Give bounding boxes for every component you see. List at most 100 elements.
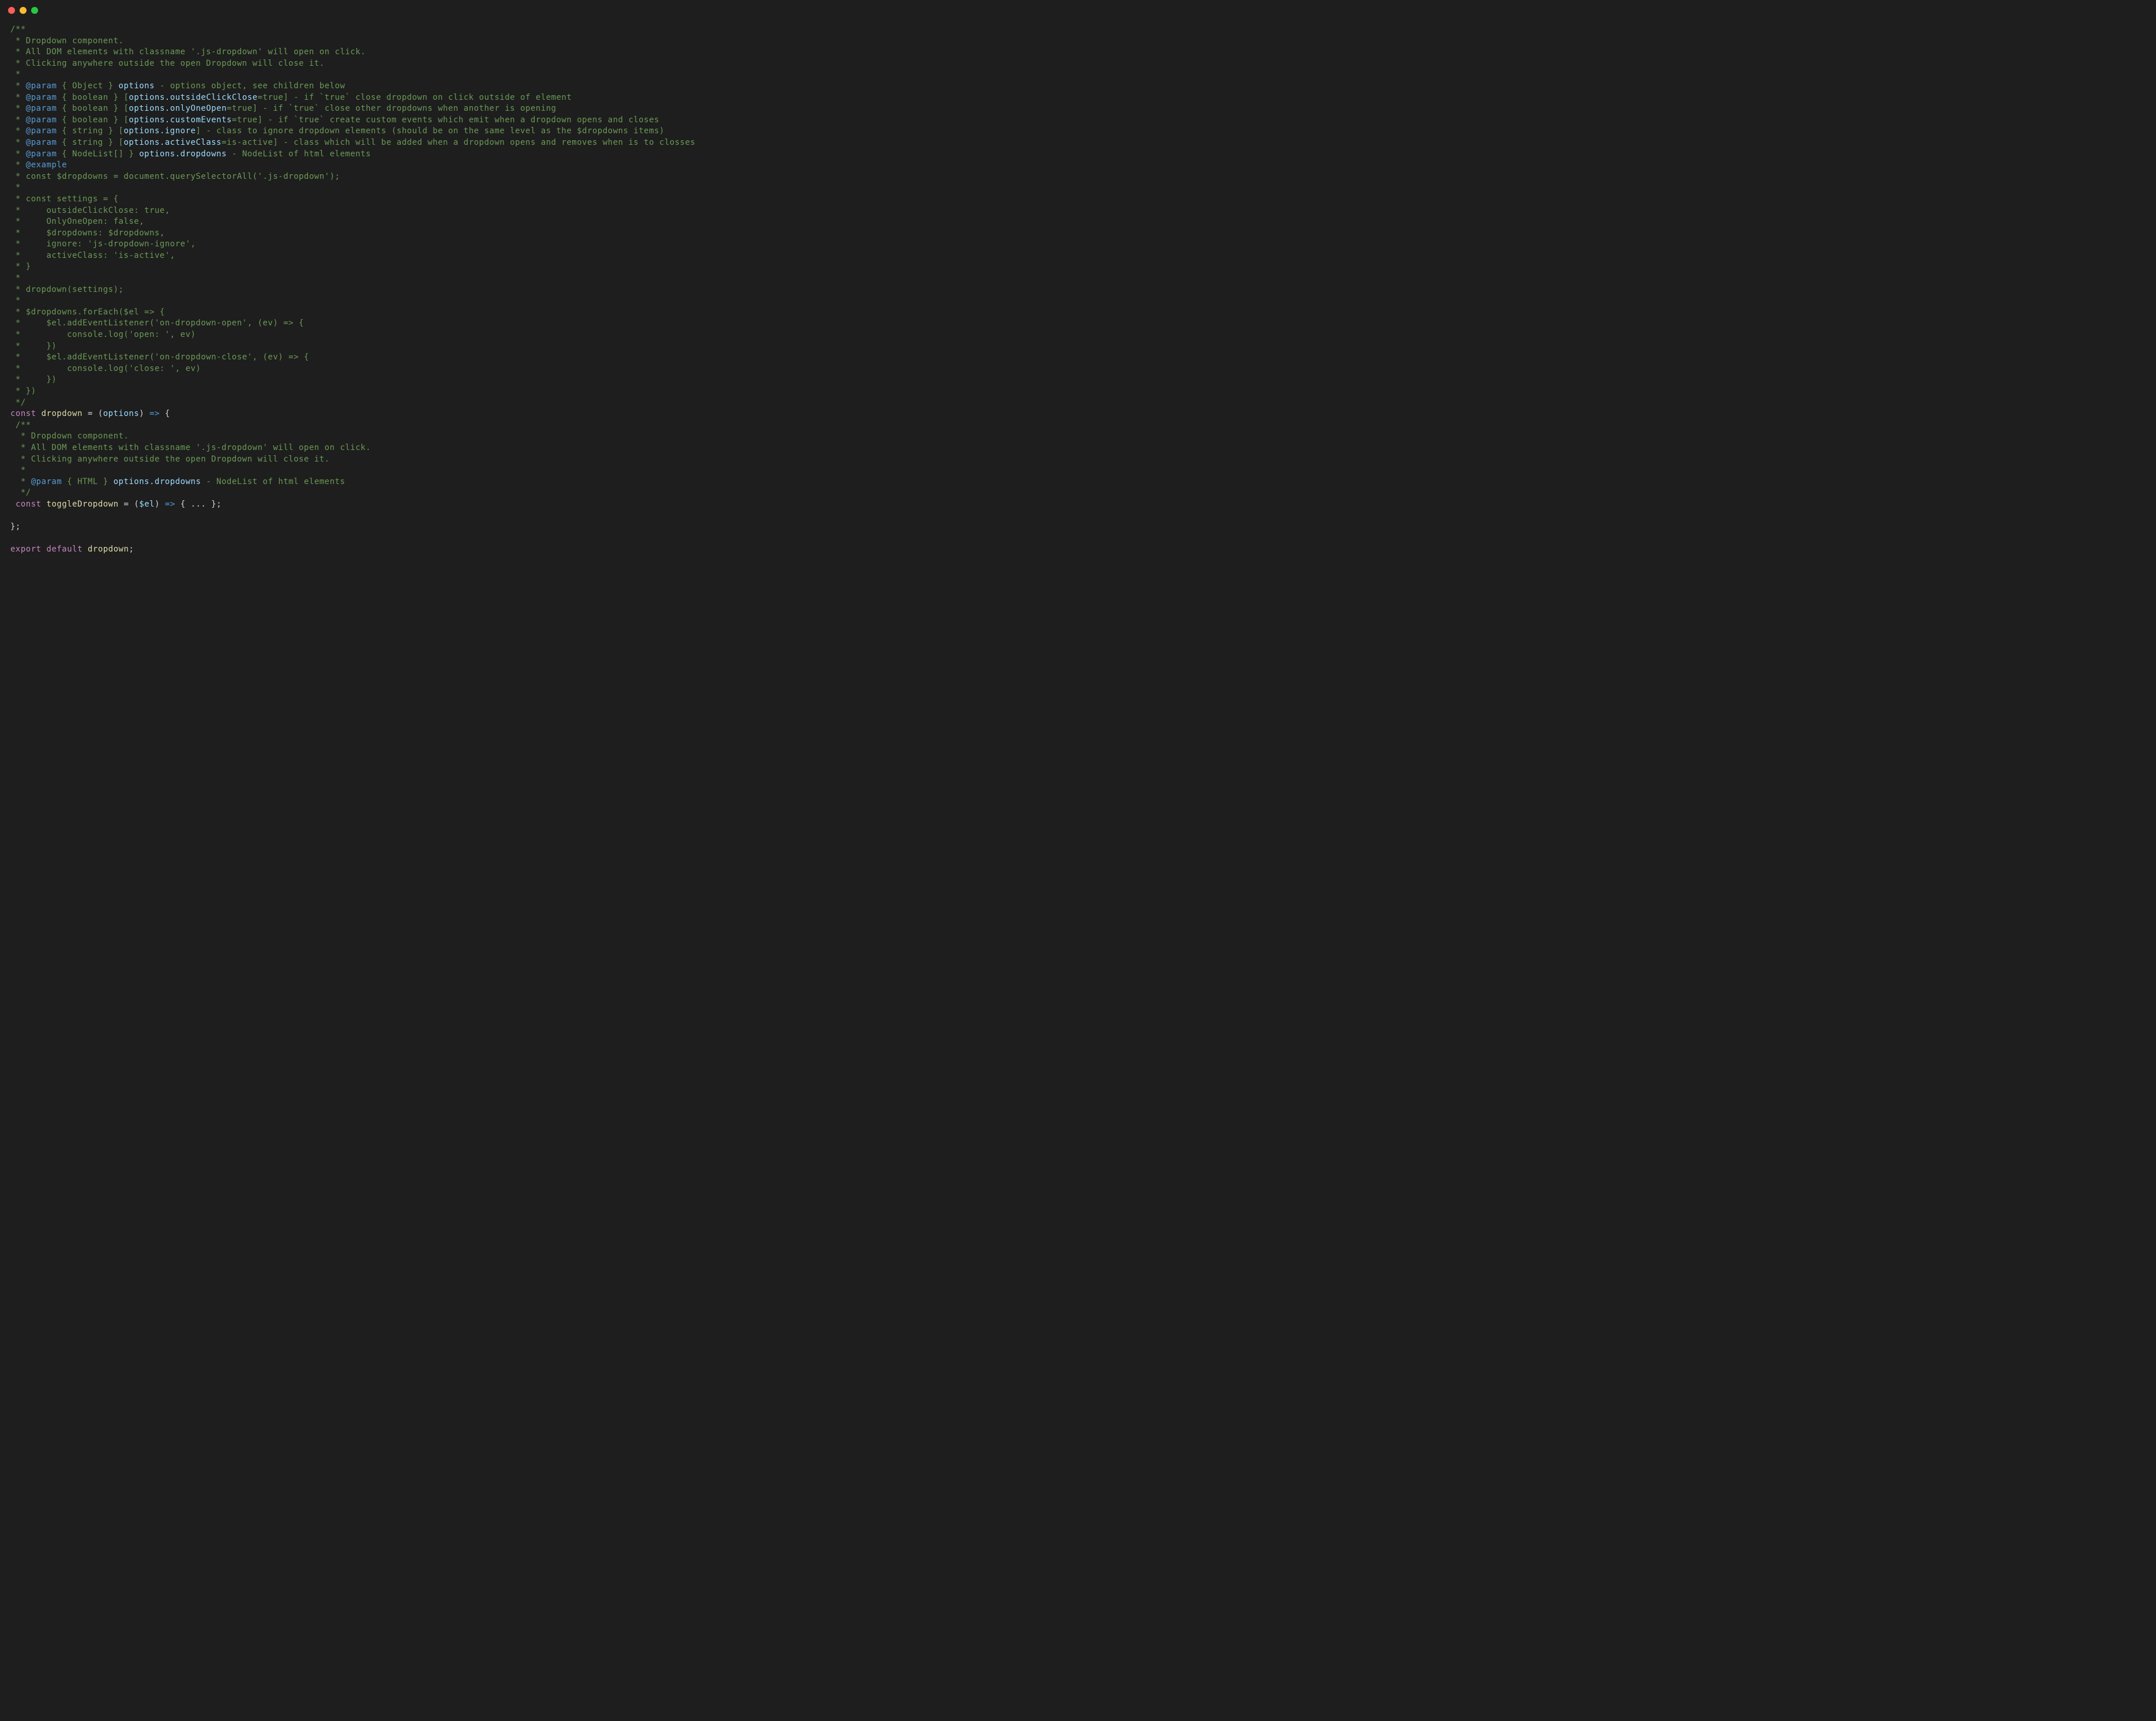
- code-line: * outsideClickClose: true,: [10, 205, 2146, 217]
- code-line: */: [10, 398, 2146, 409]
- code-token: @example: [26, 160, 67, 170]
- code-token: *: [10, 70, 21, 79]
- code-token: * ignore: 'js-dropdown-ignore',: [10, 239, 196, 249]
- code-line: * @param { string } [options.ignore] - c…: [10, 126, 2146, 137]
- code-token: =true] - if `true` close dropdown on cli…: [258, 93, 572, 102]
- code-token: * console.log('open: ', ev): [10, 330, 196, 339]
- code-token: dropdown: [88, 545, 129, 554]
- code-token: @param: [26, 93, 57, 102]
- code-token: export: [10, 545, 42, 554]
- code-token: dropdown: [42, 409, 82, 418]
- code-line: const dropdown = (options) => {: [10, 408, 2146, 420]
- code-line: *: [10, 273, 2146, 284]
- code-token: @param: [31, 477, 62, 486]
- code-token: { HTML }: [62, 477, 113, 486]
- code-token: *: [10, 126, 26, 136]
- code-token: *: [10, 104, 26, 113]
- code-token: * const settings = {: [10, 194, 119, 204]
- code-token: ;: [129, 545, 134, 554]
- code-token: [36, 409, 42, 418]
- code-token: options.customEvents: [129, 115, 232, 125]
- code-token: *: [10, 81, 26, 91]
- code-token: =>: [165, 500, 175, 509]
- code-token: * const $dropdowns = document.querySelec…: [10, 172, 340, 181]
- code-token: options: [119, 81, 155, 91]
- code-token: */: [10, 398, 26, 407]
- code-token: const: [10, 409, 36, 418]
- code-line: * console.log('open: ', ev): [10, 329, 2146, 341]
- code-token: *: [10, 93, 26, 102]
- code-token: *: [10, 466, 26, 475]
- code-token: * activeClass: 'is-active',: [10, 251, 175, 260]
- code-line: * console.log('close: ', ev): [10, 363, 2146, 375]
- code-token: ): [155, 500, 165, 509]
- code-token: * All DOM elements with classname '.js-d…: [10, 47, 366, 57]
- code-token: toggleDropdown: [47, 500, 119, 509]
- code-token: @param: [26, 115, 57, 125]
- code-token: =is-active] - class which will be added …: [221, 138, 695, 147]
- code-token: {: [160, 409, 170, 418]
- code-token: =true] - if `true` create custom events …: [232, 115, 659, 125]
- code-token: @param: [26, 81, 57, 91]
- code-token: options.activeClass: [123, 138, 221, 147]
- code-token: *: [10, 138, 26, 147]
- code-token: { boolean } [: [57, 104, 129, 113]
- code-token: { boolean } [: [57, 93, 129, 102]
- code-token: { NodeList[] }: [57, 149, 139, 159]
- code-token: * Clicking anywhere outside the open Dro…: [10, 455, 330, 464]
- zoom-icon[interactable]: [31, 7, 38, 14]
- code-token: { string } [: [57, 126, 123, 136]
- code-token: @param: [26, 138, 57, 147]
- code-token: *: [10, 149, 26, 159]
- code-token: [42, 545, 47, 554]
- code-token: *: [10, 115, 26, 125]
- code-line: */: [10, 488, 2146, 499]
- code-token: @param: [26, 126, 57, 136]
- code-token: * dropdown(settings);: [10, 285, 123, 294]
- code-token: * $el.addEventListener('on-dropdown-open…: [10, 318, 304, 328]
- minimize-icon[interactable]: [20, 7, 27, 14]
- code-token: { Object }: [57, 81, 118, 91]
- code-line: * $dropdowns.forEach($el => {: [10, 307, 2146, 318]
- code-line: * ignore: 'js-dropdown-ignore',: [10, 239, 2146, 250]
- code-token: - NodeList of html elements: [201, 477, 345, 486]
- code-token: * }): [10, 342, 57, 351]
- code-token: options.onlyOneOpen: [129, 104, 227, 113]
- code-line: * All DOM elements with classname '.js-d…: [10, 47, 2146, 58]
- code-line: * @param { string } [options.activeClass…: [10, 137, 2146, 149]
- code-line: * const $dropdowns = document.querySelec…: [10, 171, 2146, 183]
- code-line: * $el.addEventListener('on-dropdown-clos…: [10, 352, 2146, 363]
- code-token: * Clicking anywhere outside the open Dro…: [10, 59, 325, 68]
- code-line: * activeClass: 'is-active',: [10, 250, 2146, 262]
- code-line: [10, 511, 2146, 522]
- code-line: const toggleDropdown = ($el) => { ... };: [10, 499, 2146, 511]
- code-line: * dropdown(settings);: [10, 284, 2146, 296]
- code-token: options: [103, 409, 140, 418]
- code-token: * }): [10, 387, 36, 396]
- code-line: * @param { boolean } [options.outsideCli…: [10, 92, 2146, 104]
- code-editor[interactable]: /** * Dropdown component. * All DOM elem…: [0, 21, 2156, 1721]
- code-token: * All DOM elements with classname '.js-d…: [10, 443, 371, 452]
- close-icon[interactable]: [8, 7, 15, 14]
- code-token: ] - class to ignore dropdown elements (s…: [196, 126, 664, 136]
- code-token: { boolean } [: [57, 115, 129, 125]
- code-token: @param: [26, 149, 57, 159]
- code-token: * console.log('close: ', ev): [10, 364, 201, 373]
- code-line: * Clicking anywhere outside the open Dro…: [10, 454, 2146, 466]
- code-token: */: [10, 488, 31, 497]
- code-token: *: [10, 160, 26, 170]
- code-line: * const settings = {: [10, 194, 2146, 205]
- code-line: * Dropdown component.: [10, 431, 2146, 443]
- code-token: = (: [119, 500, 140, 509]
- code-token: * outsideClickClose: true,: [10, 206, 170, 215]
- code-token: - options object, see children below: [155, 81, 345, 91]
- code-line: *: [10, 295, 2146, 307]
- code-token: * Dropdown component.: [10, 36, 123, 46]
- code-token: *: [10, 183, 21, 192]
- code-line: /**: [10, 24, 2146, 36]
- code-line: * @param { boolean } [options.onlyOneOpe…: [10, 103, 2146, 115]
- code-line: * $dropdowns: $dropdowns,: [10, 228, 2146, 239]
- code-line: * }): [10, 386, 2146, 398]
- code-line: };: [10, 522, 2146, 533]
- code-token: /**: [10, 25, 26, 34]
